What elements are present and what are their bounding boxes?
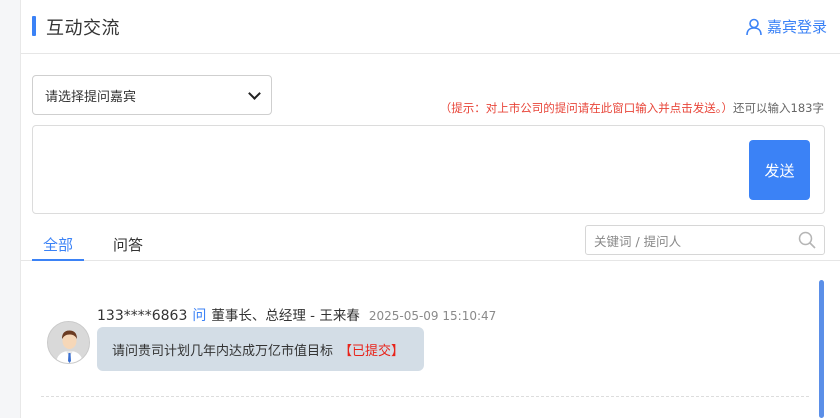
ask-label: 问 (192, 308, 207, 324)
send-button[interactable]: 发送 (749, 140, 810, 200)
guest-select-value: 请选择提问嘉宾 (45, 89, 137, 105)
feed-scrollbar[interactable] (819, 280, 824, 418)
question-textarea[interactable] (32, 125, 825, 214)
question-meta: 133****6863 问 董事长、总经理 - 王来春 2025-05-09 1… (97, 304, 496, 325)
panel-header: 互动交流 嘉宾登录 (21, 0, 840, 54)
user-icon (745, 18, 763, 36)
interaction-panel: 互动交流 嘉宾登录 请选择提问嘉宾 （提示：对上市公司的提问请在此窗口输入并点击… (20, 0, 840, 418)
input-hint: （提示：对上市公司的提问请在此窗口输入并点击发送。）还可以输入183字 (440, 100, 824, 116)
chevron-down-icon (248, 86, 261, 100)
title-accent-bar (32, 16, 36, 36)
search-placeholder: 关键词 / 提问人 (594, 233, 682, 249)
tab-qa[interactable]: 问答 (113, 234, 143, 255)
tab-all[interactable]: 全部 (32, 234, 84, 261)
hint-remaining: 还可以输入183字 (733, 101, 824, 115)
question-bubble: 请问贵司计划几年内达成万亿市值目标 【已提交】 (97, 327, 425, 371)
target-guest: 董事长、总经理 - 王来春 (211, 308, 360, 324)
page-title: 互动交流 (46, 18, 120, 39)
question-text: 请问贵司计划几年内达成万亿市值目标 (112, 343, 334, 359)
user-avatar-icon (47, 321, 90, 364)
guest-login-button[interactable]: 嘉宾登录 (745, 16, 827, 37)
feed-divider (41, 396, 809, 397)
asker-name: 133****6863 (97, 308, 188, 324)
status-badge: 【已提交】 (339, 343, 405, 359)
search-input[interactable]: 关键词 / 提问人 (585, 225, 825, 255)
question-time: 2025-05-09 15:10:47 (368, 309, 497, 323)
guest-select[interactable]: 请选择提问嘉宾 (32, 75, 272, 115)
guest-login-label: 嘉宾登录 (766, 18, 827, 36)
search-icon[interactable] (798, 231, 816, 249)
hint-notice: （提示：对上市公司的提问请在此窗口输入并点击发送。） (439, 101, 734, 115)
